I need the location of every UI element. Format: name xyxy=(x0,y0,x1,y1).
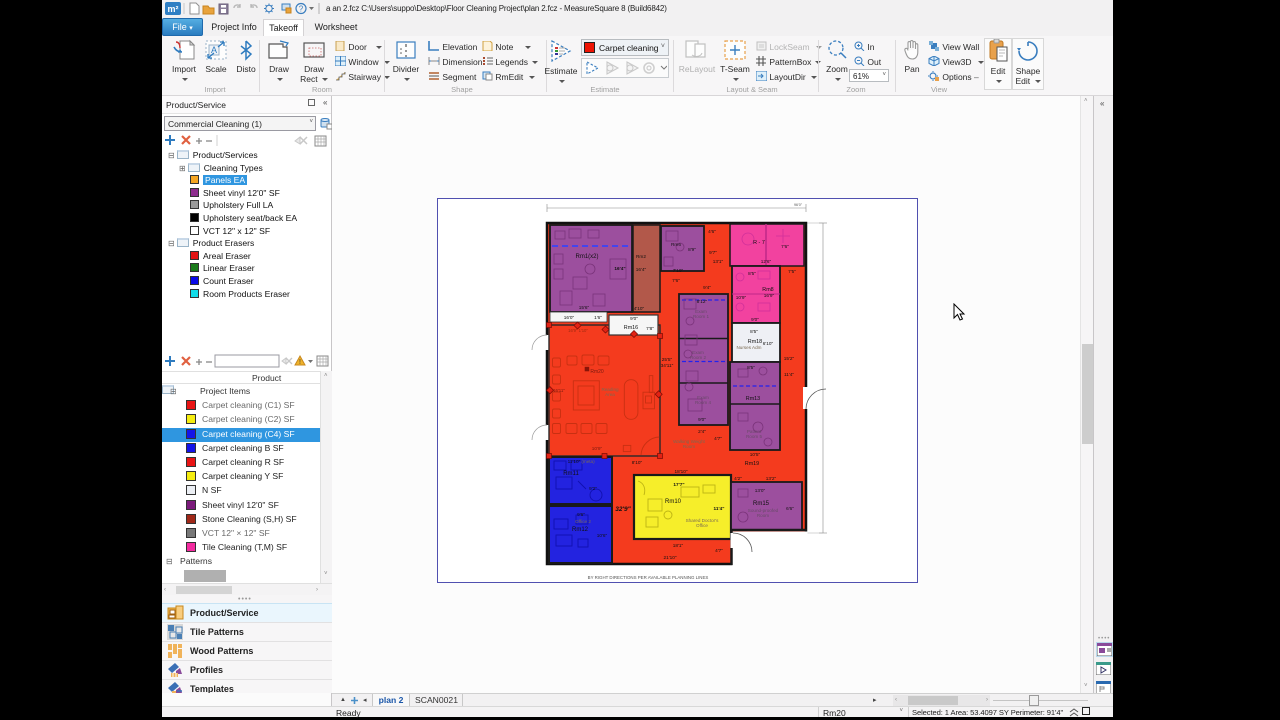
svg-text:Rm11: Rm11 xyxy=(563,471,579,477)
svg-text:10'9": 10'9" xyxy=(736,295,747,300)
svg-text:13'0": 13'0" xyxy=(755,488,766,493)
svg-text:16'9": 16'9" xyxy=(764,293,775,298)
svg-text:Area: Area xyxy=(605,392,615,397)
svg-text:10'6": 10'6" xyxy=(597,533,608,538)
svg-text:4'6": 4'6" xyxy=(708,229,716,234)
svg-text:Office 2: Office 2 xyxy=(575,519,591,524)
svg-text:8'12": 8'12" xyxy=(697,299,708,304)
svg-text:16'9" 1'10": 16'9" 1'10" xyxy=(568,328,588,333)
svg-text:11'4": 11'4" xyxy=(784,372,794,377)
svg-text:9'0": 9'0" xyxy=(698,417,706,422)
svg-text:9'0": 9'0" xyxy=(630,316,638,321)
svg-text:10'9": 10'9" xyxy=(592,446,603,451)
svg-text:9'2": 9'2" xyxy=(589,486,597,491)
svg-text:16'0": 16'0" xyxy=(564,315,575,320)
svg-text:15'2": 15'2" xyxy=(784,356,795,361)
svg-text:16'11": 16'11" xyxy=(553,388,565,393)
svg-text:Rm19: Rm19 xyxy=(745,461,759,467)
svg-text:1'6": 1'6" xyxy=(594,315,602,320)
svg-text:18'10": 18'10" xyxy=(675,469,688,474)
svg-text:18'1": 18'1" xyxy=(673,543,684,548)
svg-text:32'9": 32'9" xyxy=(615,506,631,513)
svg-text:Rm12: Rm12 xyxy=(572,527,589,533)
svg-text:BY RIGHT DIRECTIONS PER AVAILA: BY RIGHT DIRECTIONS PER AVAILABLE PLANNI… xyxy=(588,575,709,580)
svg-text:6'6": 6'6" xyxy=(786,506,794,511)
svg-text:7'8": 7'8" xyxy=(646,326,654,331)
svg-text:Rm10: Rm10 xyxy=(665,499,682,505)
svg-text:Room 1: Room 1 xyxy=(693,314,710,319)
svg-text:Rm16: Rm16 xyxy=(624,325,638,331)
svg-text:4'7": 4'7" xyxy=(715,548,723,553)
svg-text:R - 7: R - 7 xyxy=(753,240,765,246)
svg-text:Room: Room xyxy=(757,513,769,518)
svg-text:8'9": 8'9" xyxy=(688,247,696,252)
svg-text:17'7": 17'7" xyxy=(673,482,684,487)
svg-text:4'10": 4'10" xyxy=(634,306,645,311)
svg-text:13'1": 13'1" xyxy=(713,259,724,264)
svg-text:7'5": 7'5" xyxy=(788,269,796,274)
svg-text:15'6": 15'6" xyxy=(579,305,590,310)
svg-text:11'10": 11'10" xyxy=(568,459,581,464)
svg-text:8'10": 8'10" xyxy=(632,460,643,465)
svg-text:10'5": 10'5" xyxy=(750,452,761,457)
svg-text:2'4": 2'4" xyxy=(698,429,706,434)
svg-text:Rm13: Rm13 xyxy=(746,396,760,402)
svg-text:(meta): (meta) xyxy=(581,459,595,464)
svg-text:!: ! xyxy=(299,359,301,366)
svg-text:Room 4: Room 4 xyxy=(695,400,712,405)
svg-text:9'7": 9'7" xyxy=(709,250,717,255)
svg-text:8'5": 8'5" xyxy=(748,271,756,276)
svg-text:4'2": 4'2" xyxy=(734,476,742,481)
svg-text:16'4": 16'4" xyxy=(636,267,647,272)
svg-text:Rm15: Rm15 xyxy=(753,501,770,507)
svg-text:8'5": 8'5" xyxy=(750,329,758,334)
svg-text:8'5": 8'5" xyxy=(747,365,755,370)
svg-text:11'4": 11'4" xyxy=(714,506,725,511)
svg-text:Rm2: Rm2 xyxy=(636,254,646,259)
svg-text:Room 2: Room 2 xyxy=(690,355,707,360)
svg-text:9'0": 9'0" xyxy=(751,317,759,322)
svg-text:7'6": 7'6" xyxy=(672,278,680,283)
svg-text:96'0": 96'0" xyxy=(794,203,803,207)
svg-text:7'10": 7'10" xyxy=(673,268,684,273)
svg-text:34'11": 34'11" xyxy=(661,363,674,368)
svg-text:12'6": 12'6" xyxy=(761,259,772,264)
svg-text:Office: Office xyxy=(696,523,708,528)
svg-text:13'2": 13'2" xyxy=(766,476,777,481)
svg-text:4'7": 4'7" xyxy=(714,436,722,441)
svg-text:9'4": 9'4" xyxy=(703,285,711,290)
svg-text:Room: Room xyxy=(683,444,695,449)
svg-text:Nurses Adm: Nurses Adm xyxy=(736,345,761,350)
svg-text:9'6": 9'6" xyxy=(577,512,585,517)
svg-text:Rm6: Rm6 xyxy=(671,242,681,247)
svg-text:Room 5: Room 5 xyxy=(746,434,763,439)
svg-text:?: ? xyxy=(299,5,304,14)
svg-text:25'5": 25'5" xyxy=(662,357,673,362)
svg-text:16'4": 16'4" xyxy=(614,266,625,271)
svg-text:21'10": 21'10" xyxy=(664,555,677,560)
svg-text:6'10": 6'10" xyxy=(763,341,774,346)
svg-text:7'6": 7'6" xyxy=(781,244,789,249)
svg-text:Rm20: Rm20 xyxy=(590,369,604,375)
svg-text:Rm1(x2): Rm1(x2) xyxy=(575,254,598,260)
svg-text:m²: m² xyxy=(168,4,179,14)
